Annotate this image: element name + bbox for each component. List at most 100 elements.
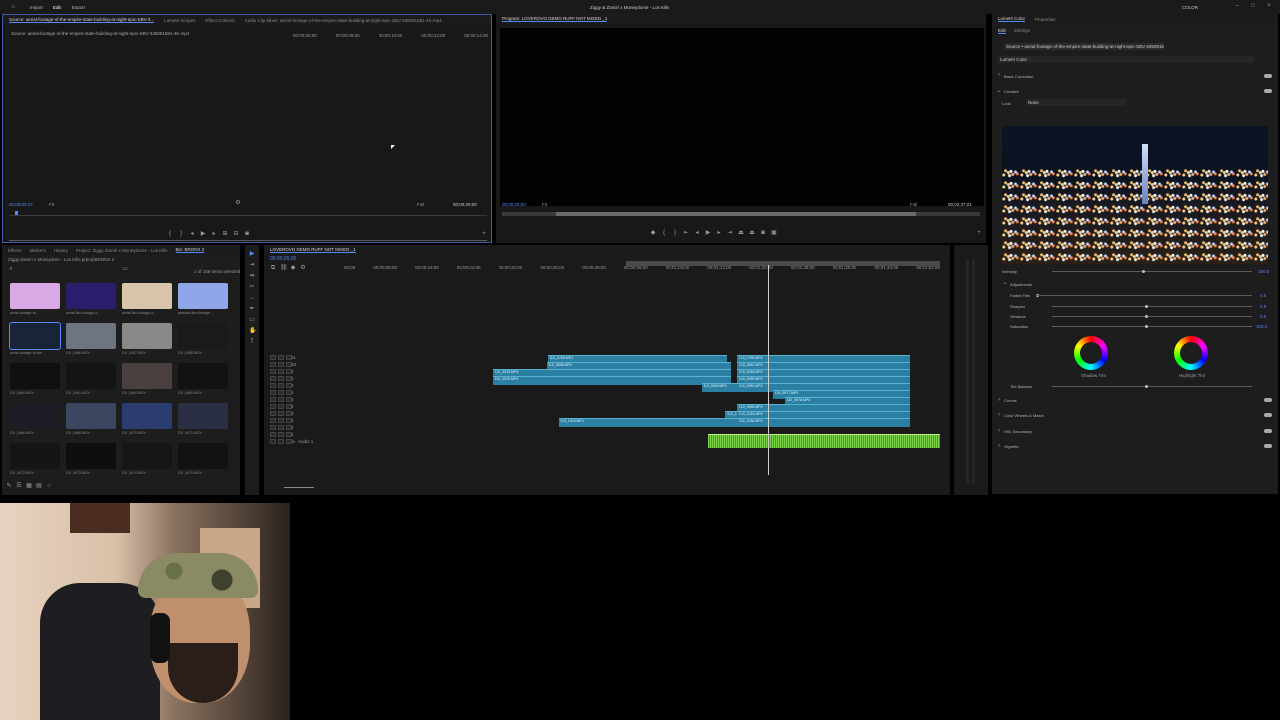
linked-selection-icon[interactable]: ⛓	[280, 265, 288, 271]
workspace-label[interactable]: COLOR	[1182, 5, 1198, 10]
audio-clip-waveform[interactable]	[707, 434, 940, 448]
section-hsl-secondary[interactable]: HSL Secondary	[1004, 429, 1032, 434]
basic-correction-toggle[interactable]	[1264, 74, 1272, 78]
track-eye-toggle[interactable]	[286, 425, 292, 430]
icon-view-icon[interactable]: ▦	[26, 483, 32, 489]
sharpen-knob[interactable]	[1145, 305, 1148, 308]
step-forward-icon[interactable]: ▸	[716, 230, 722, 236]
freeform-view-icon[interactable]: ▤	[36, 483, 42, 489]
source-timecode-left[interactable]: 00;00;00;17	[9, 202, 33, 207]
search-icon[interactable]: ⌕	[8, 266, 14, 272]
saturation-value[interactable]: 100.0	[1256, 324, 1267, 329]
track-sync-toggle[interactable]	[278, 390, 284, 395]
add-marker-icon[interactable]: ◆	[290, 265, 296, 271]
bin-thumbnail[interactable]	[178, 443, 228, 469]
bin-thumbnail[interactable]	[178, 363, 228, 389]
timeline-ruler[interactable]: 00;00 00;00;08;00 00;00;16;00 00;00;24;00 00…	[344, 265, 940, 273]
track-lock-toggle[interactable]	[270, 362, 276, 367]
vignette-toggle[interactable]	[1264, 444, 1272, 448]
zoom-slider-icon[interactable]: ○	[46, 483, 52, 489]
export-frame-icon[interactable]: ◙	[244, 231, 250, 237]
timeline-zoom-bar[interactable]	[284, 487, 314, 488]
intensity-slider-knob[interactable]	[1142, 270, 1145, 273]
wrench-icon[interactable]: ⚙	[235, 200, 241, 206]
overwrite-icon[interactable]: ⊟	[233, 231, 239, 237]
tab-bin[interactable]: Bin: BRONX 2	[175, 247, 205, 253]
timeline-clip[interactable]: DJI_0943.MP4	[701, 383, 738, 392]
program-fit-select[interactable]: Fit	[542, 202, 547, 207]
timeline-playhead[interactable]	[768, 265, 769, 475]
track-eye-toggle[interactable]	[286, 432, 292, 437]
add-button-icon[interactable]: +	[481, 231, 487, 237]
saturation-slider[interactable]	[1052, 326, 1252, 327]
source-viewer[interactable]	[5, 43, 489, 203]
track-eye-toggle[interactable]	[286, 355, 292, 360]
comparison-view-icon[interactable]: ▣	[771, 230, 777, 236]
timeline-clip[interactable]: DJI_0925.MP4	[493, 376, 732, 385]
highlight-tint-wheel[interactable]	[1174, 336, 1208, 370]
home-icon[interactable]: ⌂	[10, 4, 16, 10]
go-to-out-icon[interactable]: ⇥	[727, 230, 733, 236]
timeline-timecode[interactable]: 00;00;26;00	[270, 256, 296, 262]
sharpen-slider[interactable]	[1052, 306, 1252, 307]
mark-out-icon[interactable]: }	[672, 230, 678, 236]
chevron-right-icon[interactable]: ›	[996, 72, 1002, 78]
snap-icon[interactable]: ⧉	[270, 265, 276, 271]
step-forward-icon[interactable]: ▸	[211, 231, 217, 237]
bin-thumbnail[interactable]	[66, 403, 116, 429]
shadow-tint-wheel[interactable]	[1074, 336, 1108, 370]
play-icon[interactable]: ▶	[705, 230, 711, 236]
chevron-right-icon[interactable]: ›	[996, 412, 1002, 418]
track-sync-toggle[interactable]	[278, 418, 284, 423]
bin-thumbnail[interactable]	[10, 403, 60, 429]
pen-tool-icon[interactable]: ✒	[249, 306, 255, 312]
step-back-icon[interactable]: ◂	[694, 230, 700, 236]
tint-balance-slider[interactable]	[1052, 386, 1252, 387]
ripple-edit-tool-icon[interactable]: ⇹	[249, 273, 255, 279]
intensity-value[interactable]: 100.0	[1258, 269, 1269, 274]
track-lock-toggle[interactable]	[270, 439, 276, 444]
chevron-right-icon[interactable]: ›	[996, 397, 1002, 403]
program-timecode-left[interactable]: 00;00;26;00	[502, 202, 526, 207]
intensity-slider[interactable]	[1052, 271, 1252, 272]
track-lock-toggle[interactable]	[270, 369, 276, 374]
source-scrubber[interactable]	[9, 212, 487, 216]
tab-program[interactable]: Program: LOVEROVO DEMO RUFF NOT MIXED _1	[502, 16, 608, 22]
tint-balance-knob[interactable]	[1145, 385, 1148, 388]
sharpen-value[interactable]: 0.0	[1260, 304, 1266, 309]
window-close-icon[interactable]: ×	[1266, 3, 1272, 9]
track-lock-toggle[interactable]	[270, 404, 276, 409]
tab-history[interactable]: History	[54, 248, 68, 253]
bin-thumbnail[interactable]	[122, 323, 172, 349]
hsl-secondary-toggle[interactable]	[1264, 429, 1272, 433]
track-eye-toggle[interactable]	[286, 418, 292, 423]
track-sync-toggle[interactable]	[278, 369, 284, 374]
chevron-right-icon[interactable]: ›	[996, 428, 1002, 434]
track-sync-toggle[interactable]	[278, 397, 284, 402]
bin-thumbnail[interactable]	[9, 322, 61, 350]
track-sync-toggle[interactable]	[278, 355, 284, 360]
bin-thumbnail[interactable]	[178, 283, 228, 309]
bin-thumbnail[interactable]	[10, 363, 60, 389]
tab-project[interactable]: Project: Ziggy Zamiri x Moneydome - Los …	[76, 248, 168, 253]
track-lock-toggle[interactable]	[270, 376, 276, 381]
track-lock-toggle[interactable]	[270, 355, 276, 360]
section-color-wheels[interactable]: Color Wheels & Match	[1004, 413, 1044, 418]
bin-thumbnail[interactable]	[122, 363, 172, 389]
play-icon[interactable]: ▶	[200, 231, 206, 237]
track-lock-toggle[interactable]	[270, 432, 276, 437]
bin-thumbnail[interactable]	[122, 283, 172, 309]
source-zoom-bar[interactable]	[9, 240, 487, 241]
track-sync-toggle[interactable]	[278, 362, 284, 367]
color-wheels-toggle[interactable]	[1264, 413, 1272, 417]
adjustments-label[interactable]: Adjustments	[1010, 282, 1032, 287]
tab-markers[interactable]: Markers	[30, 248, 46, 253]
nav-edit[interactable]: Edit	[53, 5, 61, 10]
vibrance-value[interactable]: 0.0	[1260, 314, 1266, 319]
hand-tool-icon[interactable]: ✋	[249, 328, 256, 334]
track-lock-toggle[interactable]	[270, 418, 276, 423]
section-curves[interactable]: Curves	[1004, 398, 1017, 403]
add-button-icon[interactable]: +	[976, 230, 982, 236]
selection-tool-icon[interactable]: ▶	[249, 251, 255, 257]
rectangle-tool-icon[interactable]: ▭	[249, 317, 255, 323]
